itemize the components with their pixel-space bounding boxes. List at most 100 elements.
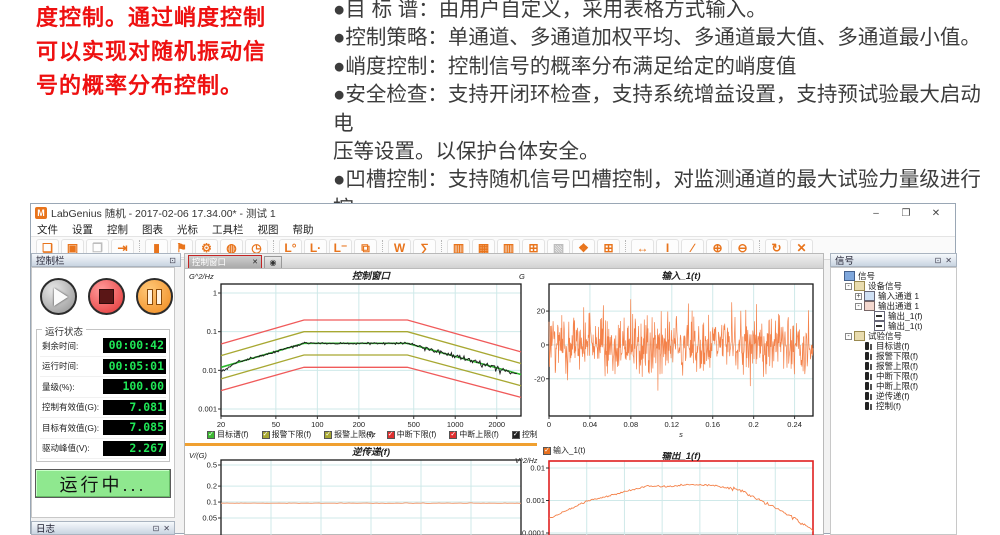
chan-in-icon bbox=[864, 291, 875, 301]
sensor-icon bbox=[864, 382, 873, 390]
play-icon bbox=[54, 288, 68, 306]
sensor-icon bbox=[864, 402, 873, 410]
wave-icon bbox=[874, 321, 885, 331]
menu-item-4[interactable]: 光标 bbox=[177, 222, 198, 237]
tree-expander-icon[interactable]: - bbox=[845, 333, 852, 340]
svg-text:0.05: 0.05 bbox=[202, 514, 217, 523]
svg-text:0.2: 0.2 bbox=[207, 482, 217, 491]
legend-checkbox[interactable]: ✓ bbox=[512, 431, 520, 439]
tree-spacer bbox=[855, 353, 862, 360]
signal-panel: 信号 ⊡ ✕ 信号-设备信号+输入通道 1-输出通道 1输出_1(f)输出_1(… bbox=[830, 253, 957, 535]
status-field-row: 量级(%):100.00 bbox=[40, 377, 166, 398]
close-icon[interactable]: ✕ bbox=[163, 524, 170, 533]
menu-item-1[interactable]: 设置 bbox=[72, 222, 93, 237]
sensor-icon bbox=[864, 392, 873, 400]
svg-text:逆传递(f): 逆传递(f) bbox=[352, 446, 390, 458]
status-field-row: 剩余时间:00:00:42 bbox=[40, 336, 166, 357]
signal-tree: 信号-设备信号+输入通道 1-输出通道 1输出_1(f)输出_1(t)-试验信号… bbox=[830, 267, 957, 535]
pin-icon[interactable]: ⊡ bbox=[169, 256, 176, 265]
svg-text:1000: 1000 bbox=[447, 420, 464, 429]
menu-item-6[interactable]: 视图 bbox=[258, 222, 279, 237]
control-panel: 控制栏 ⊡ 运行状态 剩余时间:00:00:42运行时间:00:05:01量级(… bbox=[31, 253, 181, 535]
inverse-transfer-chart[interactable]: 0.50.20.10.05逆传递(f)V/(G) bbox=[187, 446, 537, 535]
legend-item: ✓控制(f) bbox=[512, 429, 537, 440]
tree-spacer bbox=[855, 383, 862, 390]
pause-button[interactable] bbox=[136, 278, 173, 315]
output-spectrum-chart[interactable]: 0.010.0010.0001输出_1(f)V^2/Hz bbox=[513, 452, 823, 535]
tree-expander-icon[interactable]: + bbox=[855, 293, 862, 300]
intro-red-text: 度控制。通过峭度控制 可以实现对随机振动信 号的概率分布控制。 bbox=[36, 1, 336, 103]
svg-text:100: 100 bbox=[311, 420, 324, 429]
horizontal-splitter[interactable] bbox=[185, 443, 537, 446]
stop-button[interactable] bbox=[88, 278, 125, 315]
camera-icon: ◉ bbox=[270, 258, 277, 267]
tree-expander-icon[interactable]: - bbox=[855, 303, 862, 310]
group-icon bbox=[854, 331, 865, 341]
menu-item-7[interactable]: 帮助 bbox=[293, 222, 314, 237]
field-value-display: 00:00:42 bbox=[103, 338, 166, 353]
tree-spacer bbox=[835, 273, 842, 280]
feature-bullet: ●峭度控制：控制信号的概率分布满足给定的峭度值 bbox=[333, 53, 998, 81]
legend-checkbox[interactable]: ✓ bbox=[449, 431, 457, 439]
play-button[interactable] bbox=[40, 278, 77, 315]
minimize-button[interactable]: – bbox=[861, 208, 891, 219]
svg-text:0.2: 0.2 bbox=[748, 420, 758, 429]
status-field-row: 控制有效值(G):7.081 bbox=[40, 398, 166, 419]
control-window-chart[interactable]: 20501002005001000200010.10.010.001控制窗口G^… bbox=[187, 269, 537, 440]
field-label: 驱动峰值(V): bbox=[40, 442, 90, 454]
close-button[interactable]: ✕ bbox=[921, 208, 951, 219]
svg-text:0.24: 0.24 bbox=[787, 420, 802, 429]
legend-item: ✓输入_1(t) bbox=[543, 445, 585, 456]
sensor-icon bbox=[864, 342, 873, 350]
tree-item-控制(f)[interactable]: 控制(f) bbox=[831, 401, 956, 411]
legend-label: 目标谱(f) bbox=[217, 429, 249, 440]
legend-label: 输入_1(t) bbox=[553, 445, 585, 456]
field-value-display: 7.081 bbox=[103, 400, 166, 415]
tree-item-label: 控制(f) bbox=[876, 400, 901, 412]
tree-spacer bbox=[855, 363, 862, 370]
legend-checkbox[interactable]: ✓ bbox=[207, 431, 215, 439]
tree-spacer bbox=[855, 343, 862, 350]
input-chart-legend: ✓输入_1(t) bbox=[543, 445, 803, 456]
svg-text:0.001: 0.001 bbox=[198, 405, 217, 414]
menu-item-5[interactable]: 工具栏 bbox=[212, 222, 244, 237]
legend-checkbox[interactable]: ✓ bbox=[324, 431, 332, 439]
snapshot-tab[interactable]: ◉ bbox=[264, 256, 282, 268]
tree-expander-icon[interactable]: - bbox=[845, 283, 852, 290]
intro-red-line: 号的概率分布控制。 bbox=[36, 69, 336, 103]
legend-checkbox[interactable]: ✓ bbox=[387, 431, 395, 439]
svg-text:G: G bbox=[519, 272, 525, 281]
legend-checkbox[interactable]: ✓ bbox=[262, 431, 270, 439]
input-time-chart[interactable]: 00.040.080.120.160.20.24200-20输入_1(t)Gs bbox=[513, 269, 823, 440]
menu-item-0[interactable]: 文件 bbox=[37, 222, 58, 237]
pin-icon[interactable]: ⊡ bbox=[935, 256, 942, 265]
title-bar: M LabGenius 随机 - 2017-02-06 17.34.00* - … bbox=[31, 204, 955, 222]
legend-checkbox[interactable]: ✓ bbox=[543, 447, 551, 455]
legend-item: ✓报警上限(f) bbox=[324, 429, 374, 440]
svg-text:s: s bbox=[679, 430, 683, 439]
svg-text:20: 20 bbox=[217, 420, 225, 429]
pause-icon bbox=[147, 289, 162, 305]
status-field-row: 目标有效值(G):7.085 bbox=[40, 418, 166, 439]
status-field-row: 驱动峰值(V): 2.267 bbox=[40, 439, 166, 460]
chart-tab-bar: 控制窗口 ✕ ◉ bbox=[185, 254, 823, 269]
tab-control-window[interactable]: 控制窗口 ✕ bbox=[188, 255, 262, 268]
svg-text:0.001: 0.001 bbox=[526, 496, 545, 505]
field-value-display: 2.267 bbox=[103, 441, 166, 456]
svg-text:2000: 2000 bbox=[488, 420, 505, 429]
tree-spacer bbox=[855, 393, 862, 400]
tab-close-icon[interactable]: ✕ bbox=[252, 258, 258, 266]
pin-icon[interactable]: ⊡ bbox=[153, 524, 160, 533]
transport-buttons bbox=[32, 268, 174, 319]
legend-item: ✓报警下限(f) bbox=[262, 429, 312, 440]
svg-text:500: 500 bbox=[407, 420, 420, 429]
control-panel-title: 控制栏 bbox=[36, 253, 65, 267]
close-icon[interactable]: ✕ bbox=[945, 256, 952, 265]
field-label: 量级(%): bbox=[40, 381, 75, 393]
svg-text:0.04: 0.04 bbox=[583, 420, 598, 429]
maximize-button[interactable]: ❐ bbox=[891, 208, 921, 219]
menu-item-3[interactable]: 图表 bbox=[142, 222, 163, 237]
svg-text:200: 200 bbox=[353, 420, 366, 429]
feature-bullet: ●安全检查：支持开闭环检查，支持系统增益设置，支持预试验最大启动电 bbox=[333, 81, 998, 138]
menu-item-2[interactable]: 控制 bbox=[107, 222, 128, 237]
